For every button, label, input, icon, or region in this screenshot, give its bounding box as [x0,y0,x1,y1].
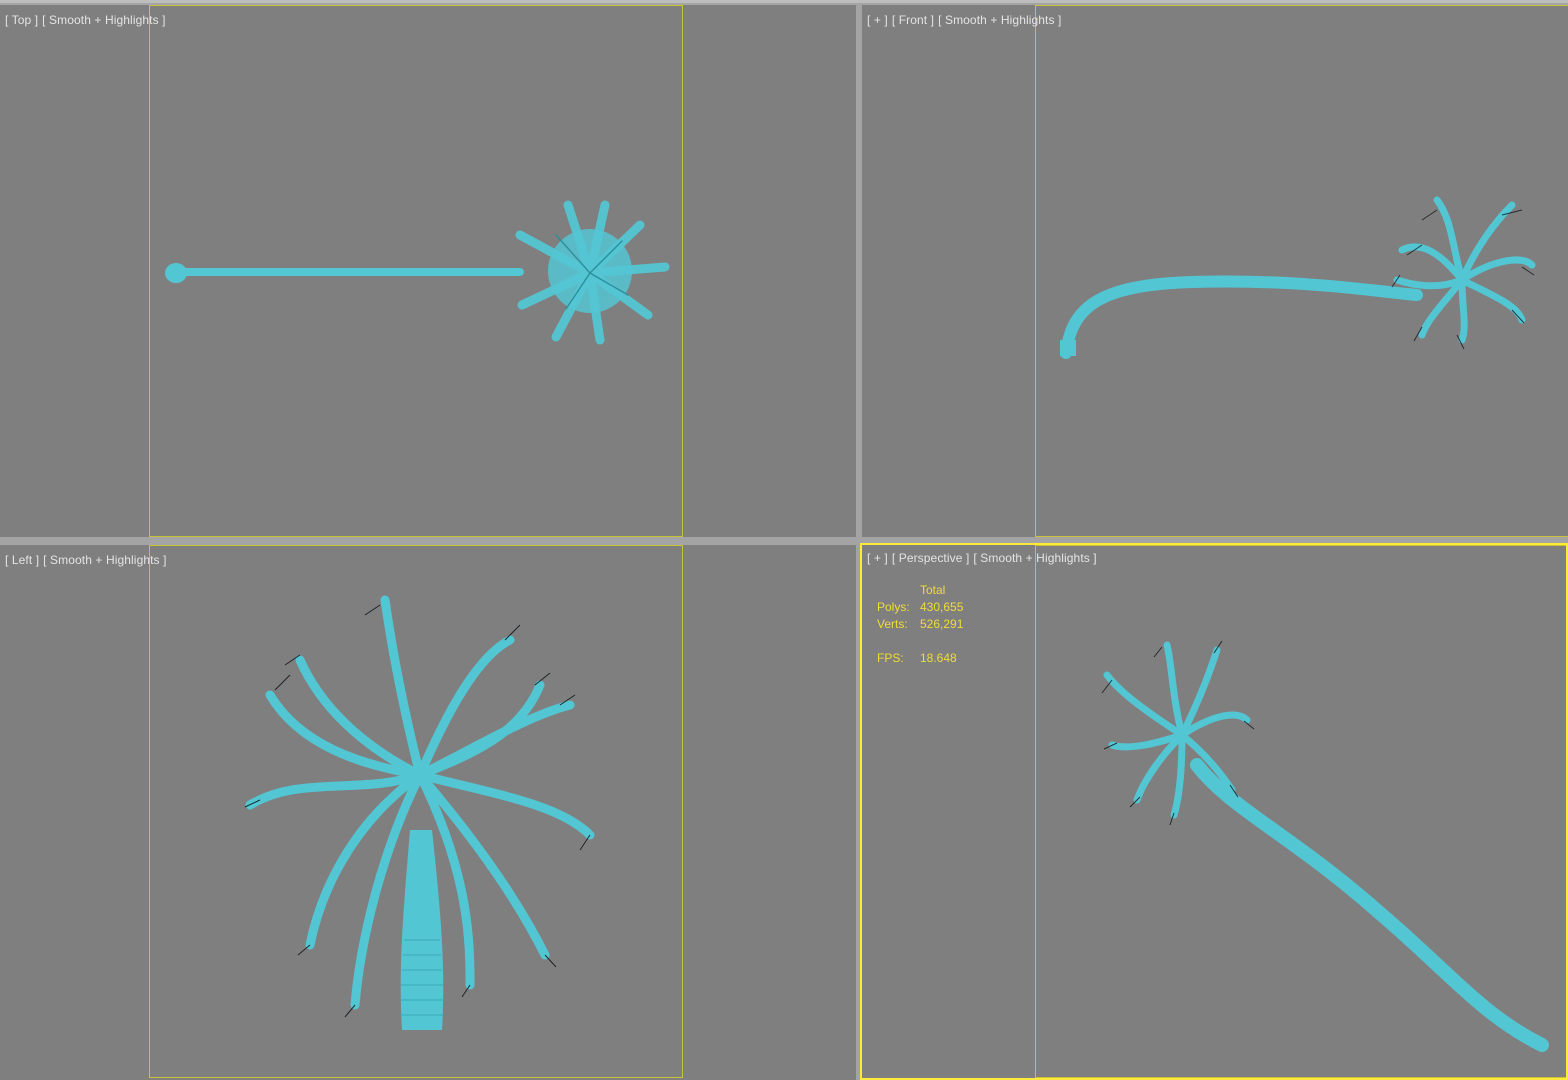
palm-tree-top-view[interactable] [0,5,856,537]
shading-mode-menu[interactable]: [ Smooth + Highlights ] [43,553,166,567]
view-name-menu[interactable]: [ Top ] [5,13,38,27]
scene-statistics: Total Polys: 430,655 Verts: 526,291 FPS: 18… [877,582,963,667]
palm-tree-front-view[interactable] [862,5,1568,537]
fps-value: 18.648 [920,651,957,665]
viewport-plus-menu[interactable]: [ + ] [867,13,888,27]
shading-mode-menu[interactable]: [ Smooth + Highlights ] [42,13,165,27]
polys-value: 430,655 [920,600,964,614]
viewport-left[interactable]: [ Left ] [ Smooth + Highlights ] [0,545,856,1080]
viewport-plus-menu[interactable]: [ + ] [867,551,888,565]
shading-mode-menu[interactable]: [ Smooth + Highlights ] [973,551,1096,565]
verts-label: Verts: [877,617,908,631]
stats-total-header: Total [920,583,946,597]
viewport-top[interactable]: [ Top ] [ Smooth + Highlights ] [0,5,856,537]
shading-mode-menu[interactable]: [ Smooth + Highlights ] [938,13,1061,27]
viewport-label[interactable]: [ Left ] [ Smooth + Highlights ] [5,553,171,567]
view-name-menu[interactable]: [ Perspective ] [892,551,970,565]
palm-tree-perspective-view[interactable] [862,545,1568,1080]
polys-label: Polys: [877,600,910,614]
quad-viewport-layout: [ Top ] [ Smooth + Highlights ] [ + ] [F… [0,0,1568,1080]
viewport-label[interactable]: [ + ] [ Front ] [ Smooth + Highlights ] [867,13,1065,27]
viewport-top-border [0,0,1568,3]
fps-label: FPS: [877,651,904,665]
viewport-front[interactable]: [ + ] [ Front ] [ Smooth + Highlights ] [862,5,1568,537]
viewport-label[interactable]: [ Top ] [ Smooth + Highlights ] [5,13,170,27]
palm-tree-left-view[interactable] [0,545,856,1080]
viewport-label[interactable]: [ + ] [ Perspective ][ Smooth + Highlight… [867,551,1101,565]
viewport-perspective[interactable]: [ + ] [ Perspective ][ Smooth + Highlight… [860,543,1568,1080]
view-name-menu[interactable]: [ Left ] [5,553,39,567]
verts-value: 526,291 [920,617,964,631]
view-name-menu[interactable]: [ Front ] [892,13,934,27]
